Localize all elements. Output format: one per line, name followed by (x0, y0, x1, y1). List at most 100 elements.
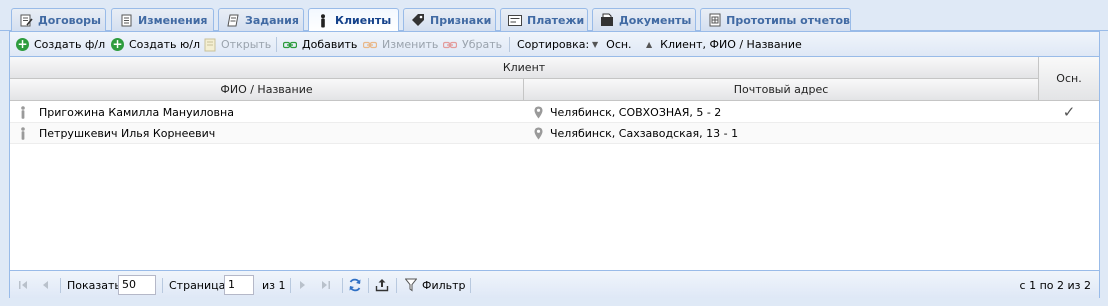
pager-separator (290, 278, 291, 293)
column-header-label: ФИО / Название (220, 83, 313, 96)
create-legal-entity-button[interactable]: + Создать ю/л (111, 36, 200, 53)
column-group-label: Клиент (502, 61, 546, 74)
column-header-address[interactable]: Почтовый адрес (524, 79, 1039, 101)
column-header-name[interactable]: ФИО / Название (10, 79, 524, 101)
refresh-button[interactable] (348, 271, 362, 299)
prev-page-button[interactable] (41, 271, 49, 299)
first-page-button[interactable] (18, 271, 28, 299)
page-number-input[interactable]: 1 (224, 275, 254, 295)
export-button[interactable] (375, 271, 389, 299)
tag-icon (411, 13, 425, 27)
link-add-icon (283, 41, 297, 49)
add-button[interactable]: Добавить (283, 36, 357, 53)
page-size-input[interactable]: 50 (118, 275, 156, 295)
create-legal-entity-label: Создать ю/л (129, 38, 200, 51)
cell-name: Пригожина Камилла Мануиловна (20, 102, 520, 123)
cell-address: Челябинск, СОВХОЗНАЯ, 5 - 2 (534, 102, 1034, 123)
page-count-label: из 1 (262, 271, 286, 299)
tab-dokumenty[interactable]: Документы (592, 8, 696, 31)
client-name: Пригожина Камилла Мануиловна (39, 106, 234, 119)
paging-summary: с 1 по 2 из 2 (1020, 271, 1091, 299)
tab-bar: Договоры Изменения Задания Клиенты Призн… (0, 0, 1108, 32)
link-remove-icon (443, 41, 457, 49)
checkmark-icon: ✓ (1062, 103, 1076, 121)
export-icon (375, 279, 389, 292)
next-page-button[interactable] (299, 271, 307, 299)
column-header-label: Почтовый адрес (733, 83, 829, 96)
client-name: Петрушкевич Илья Корнеевич (39, 127, 216, 140)
prev-page-icon (43, 281, 48, 289)
client-address: Челябинск, СОВХОЗНАЯ, 5 - 2 (550, 106, 722, 119)
person-icon (21, 106, 25, 119)
open-button[interactable]: Открыть (204, 36, 271, 53)
tab-izmeneniya[interactable]: Изменения (111, 8, 214, 31)
refresh-icon (349, 278, 361, 292)
create-individual-button[interactable]: + Создать ф/л (16, 36, 105, 53)
remove-button[interactable]: Убрать (443, 36, 502, 53)
sort-asc-icon: ▲ (646, 40, 653, 49)
tab-zadaniya[interactable]: Задания (218, 8, 304, 31)
sort-desc-icon: ▼ (592, 40, 599, 49)
last-page-button[interactable] (321, 271, 331, 299)
tab-label: Признаки (430, 13, 492, 27)
open-doc-icon (204, 38, 216, 52)
page-size-label-text: Показать (67, 278, 121, 292)
payment-icon (508, 13, 522, 27)
plus-circle-icon: + (111, 37, 124, 51)
plus-circle-icon: + (16, 37, 29, 51)
tab-label: Договоры (38, 13, 101, 27)
report-icon (708, 13, 721, 27)
pager-separator (342, 278, 343, 293)
person-icon (21, 127, 25, 140)
page-size-label: Показать (67, 271, 121, 299)
toolbar-separator (509, 37, 510, 52)
tab-klienty[interactable]: Клиенты (308, 8, 399, 32)
tab-dogovory[interactable]: Договоры (11, 8, 106, 31)
toolbar-separator (276, 37, 277, 52)
pager-separator (162, 278, 163, 293)
page-label: Страница (169, 271, 225, 299)
remove-label: Убрать (462, 38, 503, 51)
tab-label: Клиенты (335, 14, 392, 27)
sort-osn-label: Осн. (606, 38, 632, 51)
create-individual-label: Создать ф/л (34, 38, 106, 51)
table-row[interactable]: Петрушкевич Илья Корнеевич Челябинск, Са… (10, 123, 1099, 144)
pager-separator (470, 278, 471, 293)
sort-label-text: Сортировка: (517, 38, 590, 51)
sort-osn-button[interactable]: ▼ Осн. (592, 36, 632, 53)
sort-label: Сортировка: (517, 36, 589, 53)
clients-panel: + Создать ф/л + Создать ю/л Открыть Доба… (9, 31, 1100, 298)
documents-icon (600, 13, 614, 27)
cell-name: Петрушкевич Илья Корнеевич (20, 123, 520, 144)
filter-label: Фильтр (422, 278, 466, 292)
tab-label: Документы (619, 13, 692, 27)
map-pin-icon (534, 106, 543, 119)
cell-osn: ✓ (1039, 102, 1099, 123)
tab-platezhi[interactable]: Платежи (500, 8, 588, 31)
sort-client-button[interactable]: ▲ Клиент, ФИО / Название (646, 36, 802, 53)
tab-priznaki[interactable]: Признаки (403, 8, 496, 31)
cell-address: Челябинск, Сахзаводская, 13 - 1 (534, 123, 1034, 144)
edit-button[interactable]: Изменить (363, 36, 438, 53)
tab-label: Платежи (527, 13, 585, 27)
add-label: Добавить (302, 38, 358, 51)
document-icon (119, 13, 133, 27)
cell-osn (1039, 123, 1099, 144)
page-label-text: Страница (169, 278, 226, 292)
pager-separator (396, 278, 397, 293)
person-icon (316, 13, 330, 28)
page-count-text: из 1 (262, 278, 286, 292)
tab-label: Прототипы отчетов (726, 13, 850, 27)
edit-doc-icon (19, 13, 33, 27)
page-number-value: 1 (228, 278, 235, 291)
toolbar: + Создать ф/л + Создать ю/л Открыть Доба… (10, 32, 1099, 57)
sort-client-label: Клиент, ФИО / Название (660, 38, 802, 51)
paging-toolbar: Показать 50 Страница 1 из 1 Фильтр с 1 п… (10, 270, 1099, 298)
table-row[interactable]: Пригожина Камилла Мануиловна Челябинск, … (10, 102, 1099, 123)
column-header-label: Осн. (1056, 72, 1082, 85)
column-header-osn[interactable]: Осн. (1039, 57, 1099, 101)
tab-prototipy-otchetov[interactable]: Прототипы отчетов (700, 8, 851, 31)
filter-button[interactable]: Фильтр (405, 271, 466, 299)
open-label: Открыть (221, 38, 272, 51)
filter-icon (405, 278, 417, 292)
